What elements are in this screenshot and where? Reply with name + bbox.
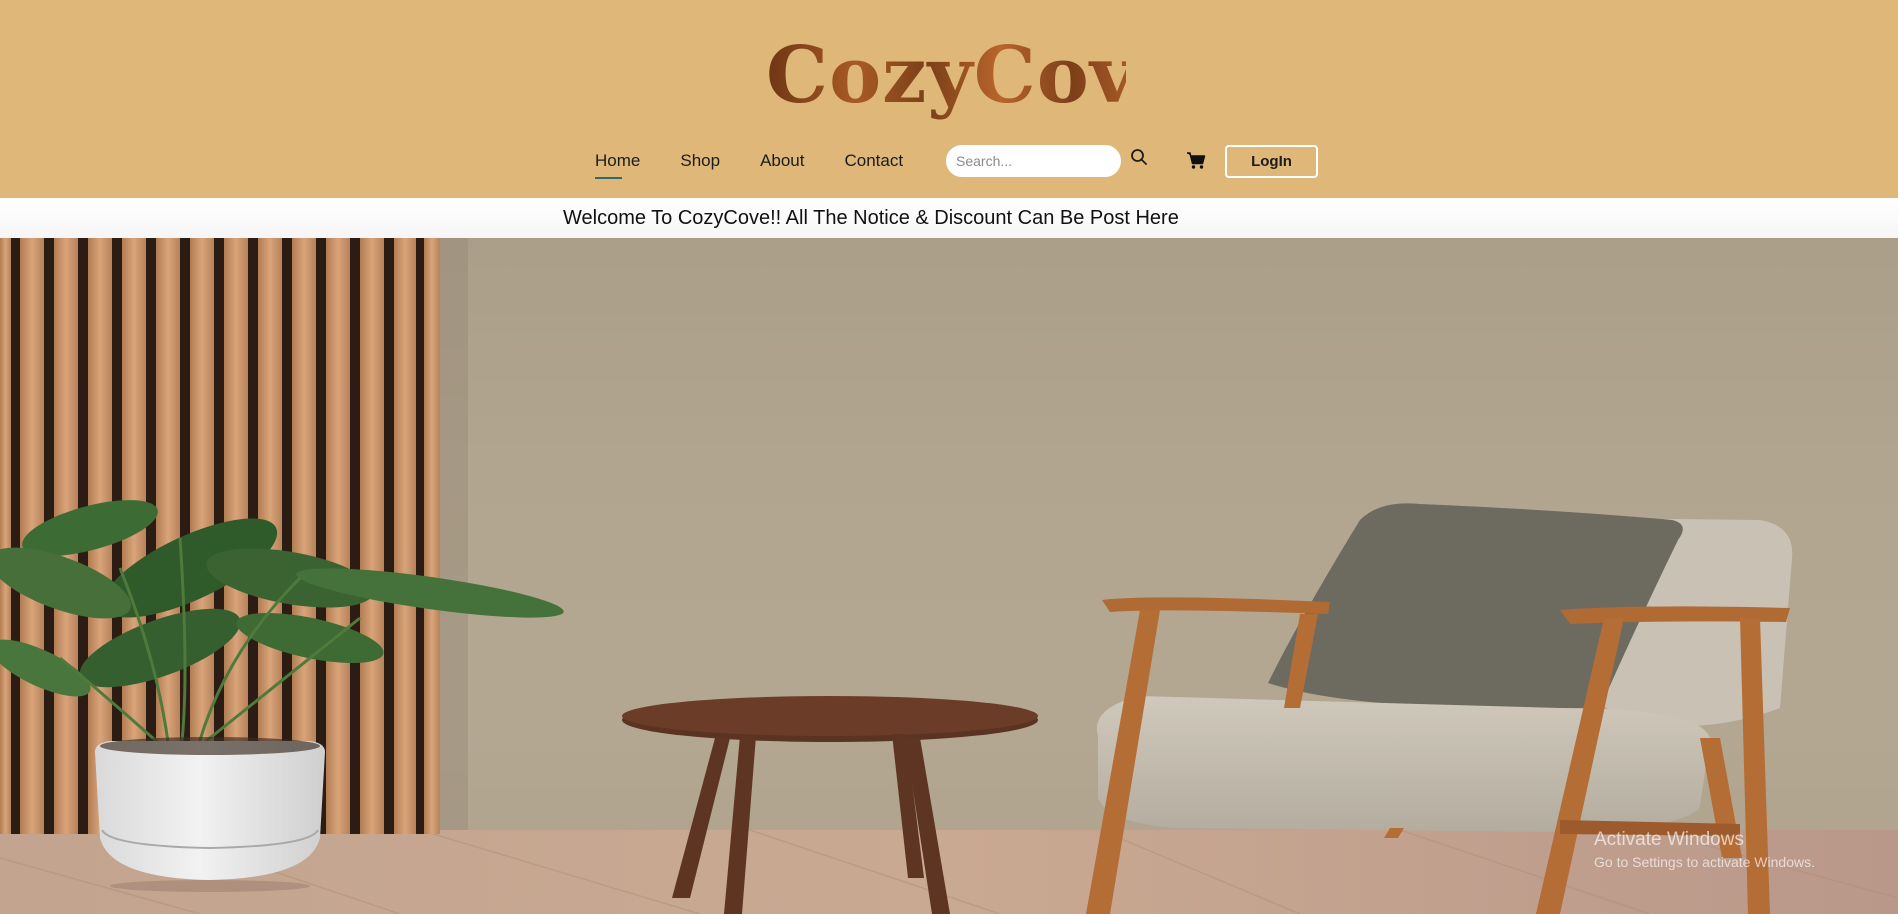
search-icon[interactable] [1130, 148, 1148, 168]
nav-home[interactable]: Home [595, 149, 640, 179]
nav-about[interactable]: About [760, 149, 804, 173]
windows-watermark: Activate Windows Go to Settings to activ… [1594, 828, 1815, 872]
hero-banner [0, 238, 1898, 914]
cart-icon[interactable] [1186, 151, 1206, 171]
hero-image [0, 238, 1898, 914]
login-button[interactable]: LogIn [1225, 145, 1318, 178]
logo[interactable]: CozyCove [766, 28, 1186, 124]
search-input[interactable] [946, 145, 1121, 177]
main-nav: Home Shop About Contact [595, 149, 943, 179]
nav-contact[interactable]: Contact [845, 149, 904, 173]
notice-bar: Welcome To CozyCove!! All The Notice & D… [0, 198, 1898, 238]
brand-name[interactable]: CozyCove [766, 28, 1186, 124]
site-header: CozyCove Home Shop About Contact LogIn [0, 0, 1898, 198]
watermark-title: Activate Windows [1594, 829, 1744, 850]
notice-text: Welcome To CozyCove!! All The Notice & D… [563, 207, 1179, 229]
nav-shop[interactable]: Shop [680, 149, 720, 173]
watermark-subtitle: Go to Settings to activate Windows. [1594, 854, 1815, 870]
